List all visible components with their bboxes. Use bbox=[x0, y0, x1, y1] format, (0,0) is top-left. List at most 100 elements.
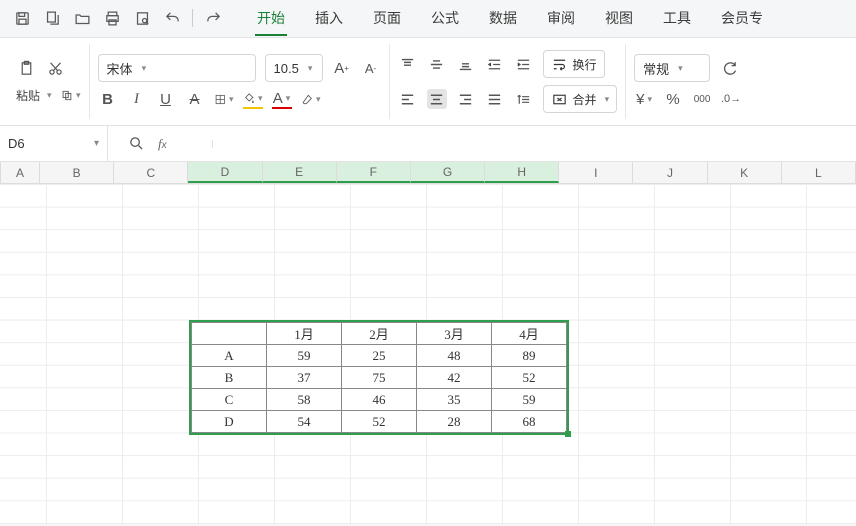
redo-icon[interactable] bbox=[203, 9, 223, 29]
undo-icon[interactable] bbox=[162, 9, 182, 29]
tab-会员专[interactable]: 会员专 bbox=[719, 2, 765, 36]
selection-handle[interactable] bbox=[565, 431, 571, 437]
selected-data-table[interactable]: 1月2月3月4月A59254889B37754252C58463559D5452… bbox=[189, 320, 569, 435]
table-header-cell[interactable]: 3月 bbox=[417, 323, 492, 345]
orientation-icon[interactable] bbox=[514, 89, 534, 109]
table-cell[interactable]: 68 bbox=[492, 411, 567, 433]
table-cell[interactable]: 25 bbox=[342, 345, 417, 367]
table-header-cell[interactable]: 1月 bbox=[267, 323, 342, 345]
align-right-icon[interactable] bbox=[456, 89, 476, 109]
formula-input[interactable] bbox=[199, 136, 856, 151]
copy-icon[interactable] bbox=[61, 85, 81, 105]
bold-icon[interactable]: B bbox=[98, 89, 118, 109]
tab-页面[interactable]: 页面 bbox=[371, 2, 403, 36]
align-top-icon[interactable] bbox=[398, 54, 418, 74]
table-cell[interactable]: 58 bbox=[267, 389, 342, 411]
print-icon[interactable] bbox=[102, 9, 122, 29]
col-header-J[interactable]: J bbox=[633, 162, 707, 183]
font-size-combo[interactable]: 10.5 bbox=[265, 54, 323, 82]
percent-icon[interactable]: % bbox=[663, 89, 683, 109]
font-color-icon[interactable]: A bbox=[272, 89, 292, 109]
open-icon[interactable] bbox=[72, 9, 92, 29]
italic-icon[interactable]: I bbox=[127, 89, 147, 109]
table-header-cell[interactable] bbox=[192, 323, 267, 345]
align-left-icon[interactable] bbox=[398, 89, 418, 109]
strike-icon[interactable]: A bbox=[185, 89, 205, 109]
tab-审阅[interactable]: 审阅 bbox=[545, 2, 577, 36]
table-cell[interactable]: C bbox=[192, 389, 267, 411]
formula-sep bbox=[212, 140, 213, 148]
table-cell[interactable]: 52 bbox=[492, 367, 567, 389]
col-header-D[interactable]: D bbox=[188, 162, 262, 183]
table-cell[interactable]: 52 bbox=[342, 411, 417, 433]
table-cell[interactable]: 75 bbox=[342, 367, 417, 389]
comma-icon[interactable]: 000 bbox=[692, 89, 712, 109]
indent-dec-icon[interactable] bbox=[485, 54, 505, 74]
paste-button[interactable]: 粘贴 bbox=[16, 87, 52, 104]
fill-color-icon[interactable] bbox=[243, 89, 263, 109]
save-icon[interactable] bbox=[12, 9, 32, 29]
merge-button[interactable]: 合并 bbox=[543, 85, 618, 113]
repeat-icon[interactable] bbox=[719, 58, 739, 78]
col-header-E[interactable]: E bbox=[263, 162, 337, 183]
col-header-I[interactable]: I bbox=[559, 162, 633, 183]
tab-数据[interactable]: 数据 bbox=[487, 2, 519, 36]
table-cell[interactable]: 48 bbox=[417, 345, 492, 367]
number-format-combo[interactable]: 常规 bbox=[634, 54, 710, 82]
decrease-decimal-icon[interactable]: .0→ bbox=[721, 89, 741, 109]
number-group: 常规 ¥ % 000 .0→ bbox=[626, 44, 749, 119]
eraser-icon[interactable] bbox=[301, 89, 321, 109]
col-header-H[interactable]: H bbox=[485, 162, 559, 183]
table-cell[interactable]: 89 bbox=[492, 345, 567, 367]
tab-开始[interactable]: 开始 bbox=[255, 2, 287, 36]
wrap-label: 换行 bbox=[573, 56, 597, 73]
col-header-G[interactable]: G bbox=[411, 162, 485, 183]
underline-icon[interactable]: U bbox=[156, 89, 176, 109]
col-header-F[interactable]: F bbox=[337, 162, 411, 183]
table-cell[interactable]: 54 bbox=[267, 411, 342, 433]
table-cell[interactable]: 59 bbox=[492, 389, 567, 411]
col-header-C[interactable]: C bbox=[114, 162, 188, 183]
column-headers: ABCDEFGHIJKL bbox=[0, 162, 856, 184]
tab-工具[interactable]: 工具 bbox=[661, 2, 693, 36]
table-cell[interactable]: 35 bbox=[417, 389, 492, 411]
wrap-text-button[interactable]: 换行 bbox=[543, 50, 605, 78]
table-cell[interactable]: 28 bbox=[417, 411, 492, 433]
align-bottom-icon[interactable] bbox=[456, 54, 476, 74]
tab-公式[interactable]: 公式 bbox=[429, 2, 461, 36]
align-center-icon[interactable] bbox=[427, 89, 447, 109]
tab-插入[interactable]: 插入 bbox=[313, 2, 345, 36]
table-cell[interactable]: A bbox=[192, 345, 267, 367]
justify-icon[interactable] bbox=[485, 89, 505, 109]
col-header-L[interactable]: L bbox=[782, 162, 856, 183]
cut-icon[interactable] bbox=[45, 58, 65, 78]
preview-icon[interactable] bbox=[132, 9, 152, 29]
table-cell[interactable]: 46 bbox=[342, 389, 417, 411]
col-header-K[interactable]: K bbox=[708, 162, 782, 183]
font-name-combo[interactable]: 宋体 bbox=[98, 54, 256, 82]
table-header-cell[interactable]: 2月 bbox=[342, 323, 417, 345]
table-cell[interactable]: B bbox=[192, 367, 267, 389]
new-icon[interactable] bbox=[42, 9, 62, 29]
tab-视图[interactable]: 视图 bbox=[603, 2, 635, 36]
increase-font-icon[interactable]: A+ bbox=[332, 58, 352, 78]
grid-body[interactable]: 1月2月3月4月A59254889B37754252C58463559D5452… bbox=[0, 184, 856, 524]
indent-inc-icon[interactable] bbox=[514, 54, 534, 74]
table-header-cell[interactable]: 4月 bbox=[492, 323, 567, 345]
align-group: 换行 合并 bbox=[390, 44, 627, 119]
table-cell[interactable]: 42 bbox=[417, 367, 492, 389]
search-icon[interactable] bbox=[126, 134, 146, 154]
table-cell[interactable]: 37 bbox=[267, 367, 342, 389]
font-size-value: 10.5 bbox=[274, 61, 299, 76]
table-cell[interactable]: D bbox=[192, 411, 267, 433]
table-cell[interactable]: 59 bbox=[267, 345, 342, 367]
currency-icon[interactable]: ¥ bbox=[634, 89, 654, 109]
fx-icon[interactable]: fx bbox=[158, 136, 167, 152]
paste-icon[interactable] bbox=[16, 58, 36, 78]
decrease-font-icon[interactable]: A- bbox=[361, 58, 381, 78]
name-box[interactable]: D6 ▾ bbox=[0, 126, 108, 161]
align-middle-icon[interactable] bbox=[427, 54, 447, 74]
col-header-B[interactable]: B bbox=[40, 162, 114, 183]
col-header-A[interactable]: A bbox=[1, 162, 40, 183]
border-icon[interactable] bbox=[214, 89, 234, 109]
